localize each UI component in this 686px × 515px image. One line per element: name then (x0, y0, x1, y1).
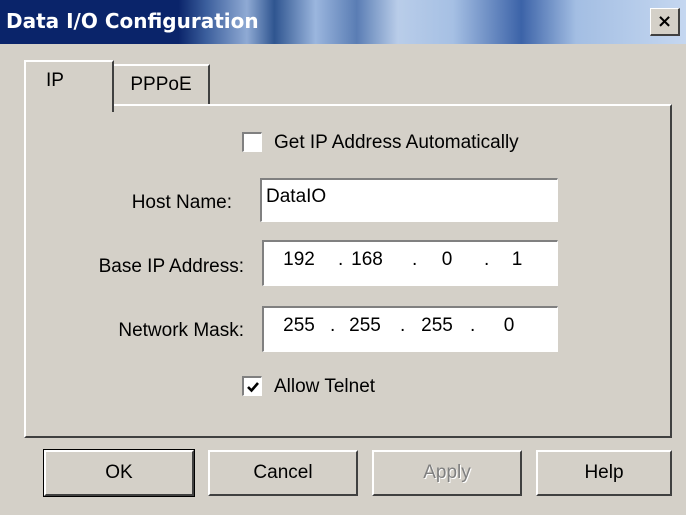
help-button-label: Help (584, 462, 624, 483)
tab-ip-label: IP (46, 70, 64, 91)
allow-telnet-checkbox[interactable] (242, 376, 262, 396)
mask-octet-4[interactable]: 0 (486, 315, 532, 337)
allow-telnet-label[interactable]: Allow Telnet (274, 376, 375, 398)
ip-settings-panel: Get IP Address Automatically Host Name: … (24, 104, 672, 438)
ip-separator: . (400, 315, 406, 336)
base-ip-octet-2[interactable]: 168 (346, 249, 388, 271)
tab-ip[interactable]: IP (24, 60, 114, 112)
host-name-label: Host Name: (131, 192, 232, 213)
host-name-input[interactable]: DataIO (260, 178, 558, 222)
base-ip-octet-4[interactable]: 1 (496, 249, 538, 271)
auto-ip-label[interactable]: Get IP Address Automatically (274, 132, 519, 154)
base-ip-input[interactable]: 192 . 168 . 0 . 1 (262, 240, 558, 286)
base-ip-label: Base IP Address: (98, 256, 244, 277)
ip-separator: . (338, 249, 344, 270)
ok-button[interactable]: OK (43, 449, 195, 497)
ip-separator: . (484, 249, 490, 270)
network-mask-label: Network Mask: (118, 320, 244, 341)
window-title: Data I/O Configuration (6, 9, 259, 33)
tab-pppoe-label: PPPoE (130, 74, 192, 95)
tab-pppoe[interactable]: PPPoE (112, 64, 210, 104)
apply-button-label: Apply (423, 462, 471, 483)
cancel-button[interactable]: Cancel (208, 450, 358, 496)
mask-octet-1[interactable]: 255 (276, 315, 322, 337)
auto-ip-checkbox[interactable] (242, 132, 262, 152)
base-ip-octet-1[interactable]: 192 (278, 249, 320, 271)
help-button[interactable]: Help (536, 450, 672, 496)
mask-octet-3[interactable]: 255 (414, 315, 460, 337)
close-icon: × (656, 11, 673, 32)
network-mask-input[interactable]: 255 . 255 . 255 . 0 (262, 306, 558, 352)
base-ip-octet-3[interactable]: 0 (426, 249, 468, 271)
ip-separator: . (330, 315, 336, 336)
checkmark-icon (246, 381, 259, 392)
ok-button-label: OK (105, 462, 133, 483)
close-button[interactable]: × (650, 8, 680, 36)
apply-button[interactable]: Apply (372, 450, 522, 496)
host-name-value: DataIO (266, 186, 327, 207)
cancel-button-label: Cancel (253, 462, 313, 483)
ip-separator: . (470, 315, 476, 336)
ip-separator: . (412, 249, 418, 270)
mask-octet-2[interactable]: 255 (342, 315, 388, 337)
title-bar[interactable]: Data I/O Configuration × (0, 0, 686, 44)
